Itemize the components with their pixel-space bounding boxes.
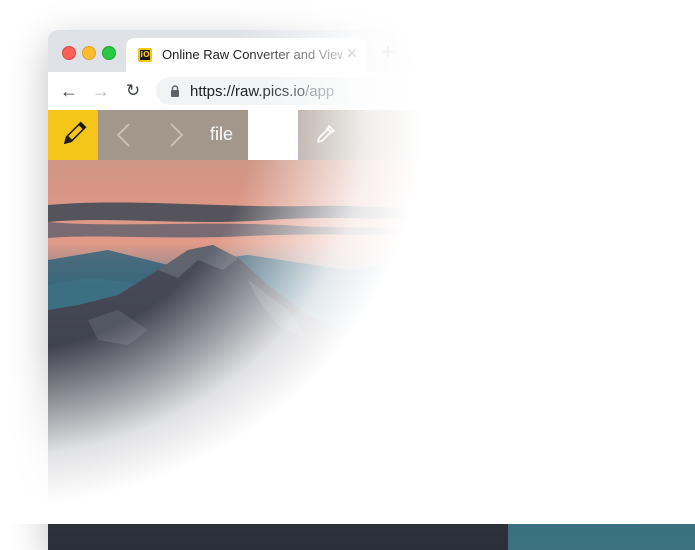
url-host: raw.pics.io [235,83,306,100]
browser-tab[interactable]: iO Online Raw Converter and Viewer ✕ [126,38,366,72]
url-text: https://raw.pics.io/app [190,83,334,100]
tab-close-icon[interactable]: ✕ [344,45,360,61]
url-path: /app [305,83,335,100]
eyedropper-icon[interactable] [314,124,336,146]
tab-strip: iO Online Raw Converter and Viewer ✕ + [48,30,695,72]
app-content: file [48,110,695,550]
lock-icon [171,85,179,97]
favicon-text: iO [140,50,150,60]
forward-button[interactable]: → [90,80,112,102]
close-window-button[interactable] [62,46,76,60]
pencil-icon [63,121,87,145]
maximize-window-button[interactable] [102,46,116,60]
reload-button[interactable]: ↻ [122,80,144,102]
browser-window: iO Online Raw Converter and Viewer ✕ + ←… [48,30,695,550]
favicon-icon: iO [138,48,152,62]
back-button[interactable]: ← [58,80,80,102]
landscape-photo [48,110,695,550]
file-menu[interactable]: file [210,124,233,145]
new-tab-button[interactable]: + [378,41,398,63]
navigation-bar: ← → ↻ https://raw.pics.io/app [48,72,695,110]
tab-title: Online Raw Converter and Viewer [162,47,342,62]
edit-button[interactable] [48,110,98,160]
app-toolbar: file [48,110,695,160]
next-button[interactable] [162,122,188,148]
minimize-window-button[interactable] [82,46,96,60]
previous-button[interactable] [112,122,138,148]
url-scheme: https:// [190,83,236,100]
white-balance-swatch[interactable] [248,110,298,160]
address-bar[interactable]: https://raw.pics.io/app [156,77,695,105]
